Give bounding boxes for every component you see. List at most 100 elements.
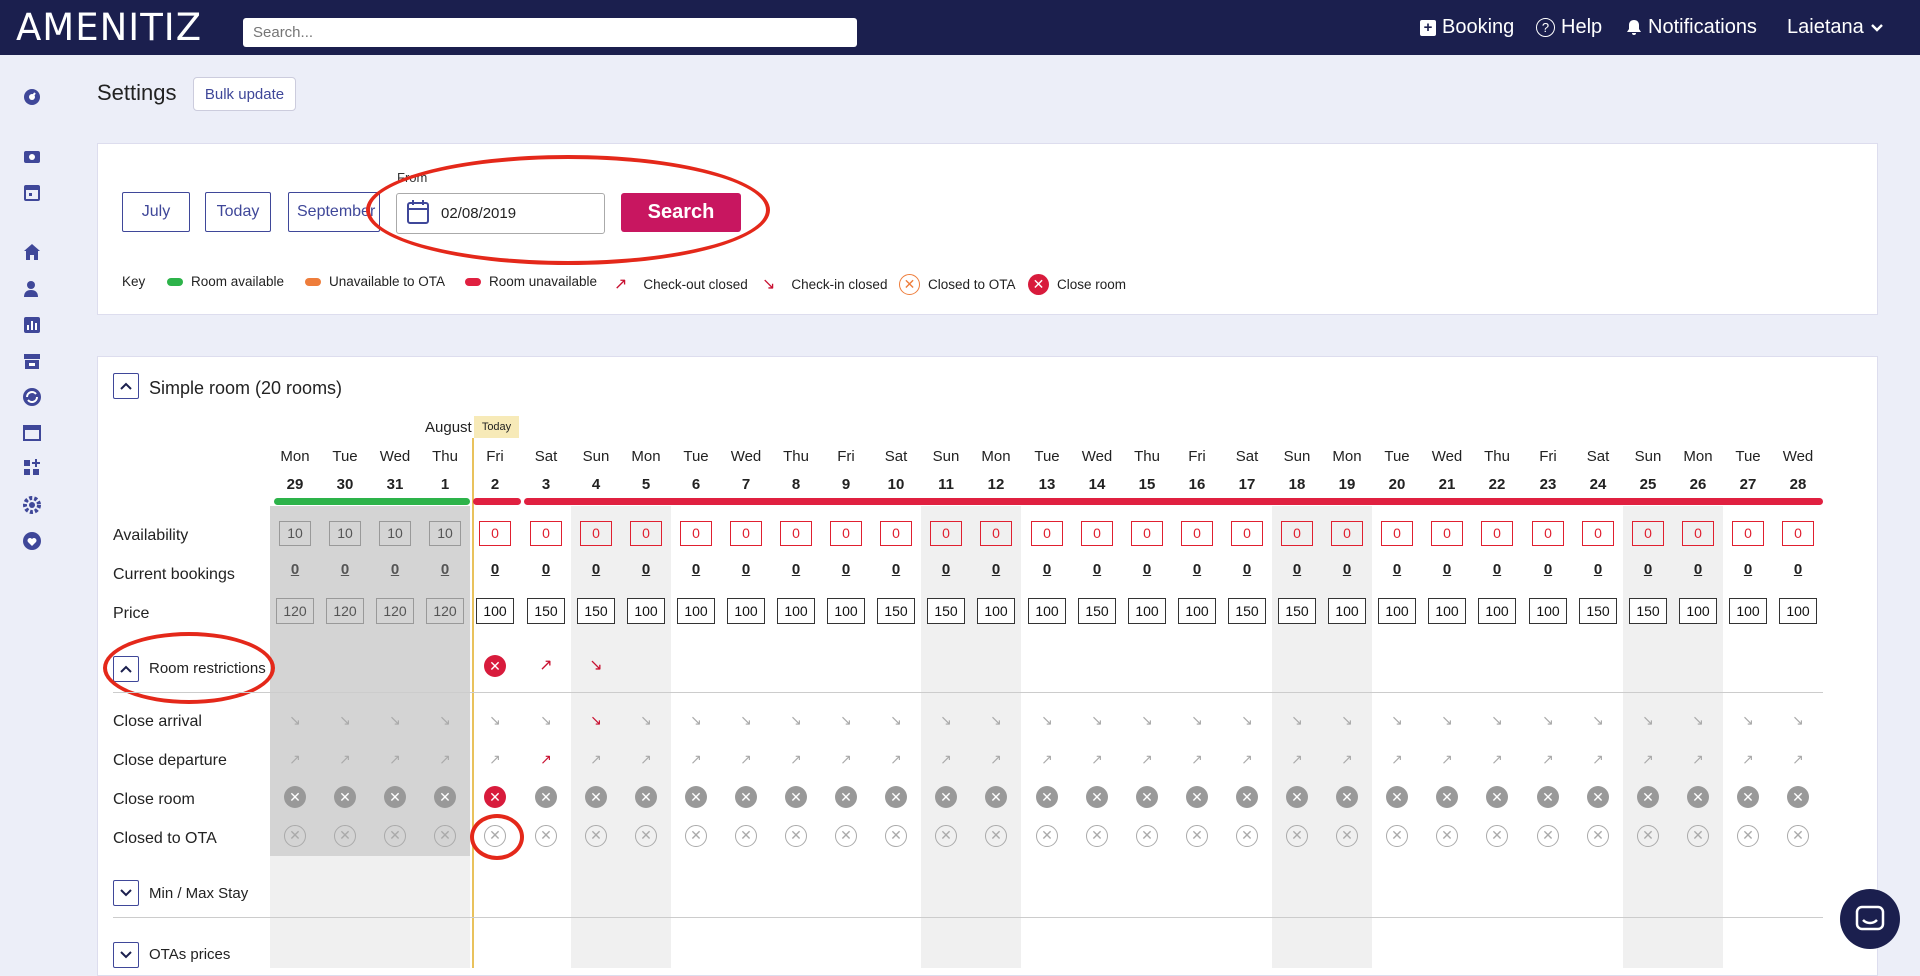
close-departure-toggle[interactable]: ↗ [971, 751, 1021, 768]
closed-to-ota-toggle[interactable]: ✕ [1336, 825, 1358, 847]
close-departure-toggle[interactable]: ↗ [1372, 751, 1422, 768]
price-input[interactable]: 100 [1679, 598, 1717, 624]
bookings-link[interactable]: 0 [1072, 561, 1122, 578]
availability-input[interactable]: 0 [930, 521, 962, 546]
close-room-toggle[interactable]: ✕ [1637, 786, 1659, 808]
availability-input[interactable]: 0 [1532, 521, 1564, 546]
close-room-toggle[interactable]: ✕ [1186, 786, 1208, 808]
closed-to-ota-toggle[interactable]: ✕ [1186, 825, 1208, 847]
close-arrival-toggle[interactable]: ↘ [1623, 712, 1673, 729]
closed-to-ota-toggle[interactable]: ✕ [1136, 825, 1158, 847]
price-input[interactable]: 100 [1028, 598, 1066, 624]
close-departure-toggle[interactable]: ↗ [871, 751, 921, 768]
help-button[interactable]: ? Help [1536, 16, 1602, 39]
bookings-link[interactable]: 0 [571, 561, 621, 578]
close-departure-toggle[interactable]: ↗ [1022, 751, 1072, 768]
availability-input[interactable]: 0 [1331, 521, 1363, 546]
bulk-update-button[interactable]: Bulk update [193, 77, 296, 111]
availability-input[interactable]: 0 [1381, 521, 1413, 546]
availability-input[interactable]: 0 [530, 521, 562, 546]
price-input[interactable]: 100 [677, 598, 715, 624]
availability-input[interactable]: 0 [1031, 521, 1063, 546]
closed-to-ota-toggle[interactable]: ✕ [1737, 825, 1759, 847]
close-arrival-toggle[interactable]: ↘ [721, 712, 771, 729]
bookings-link[interactable]: 0 [1272, 561, 1322, 578]
close-arrival-toggle[interactable]: ↘ [1773, 712, 1823, 729]
close-room-toggle[interactable]: ✕ [1537, 786, 1559, 808]
close-arrival-toggle[interactable]: ↘ [821, 712, 871, 729]
close-room-toggle[interactable]: ✕ [835, 786, 857, 808]
close-arrival-toggle[interactable]: ↘ [1523, 712, 1573, 729]
availability-input[interactable]: 0 [830, 521, 862, 546]
close-room-toggle[interactable]: ✕ [1036, 786, 1058, 808]
price-input[interactable]: 100 [476, 598, 514, 624]
availability-input[interactable]: 0 [580, 521, 612, 546]
close-departure-toggle[interactable]: ↗ [1122, 751, 1172, 768]
availability-input[interactable]: 0 [1431, 521, 1463, 546]
bookings-link[interactable]: 0 [521, 561, 571, 578]
close-room-toggle[interactable]: ✕ [885, 786, 907, 808]
close-arrival-toggle[interactable]: ↘ [1372, 712, 1422, 729]
closed-to-ota-toggle[interactable]: ✕ [1587, 825, 1609, 847]
room-collapse-toggle[interactable] [113, 373, 139, 399]
search-input[interactable] [243, 18, 857, 47]
price-input[interactable]: 100 [827, 598, 865, 624]
availability-input[interactable]: 0 [1131, 521, 1163, 546]
price-input[interactable]: 100 [977, 598, 1015, 624]
price-input[interactable]: 100 [1128, 598, 1166, 624]
price-input[interactable]: 150 [877, 598, 915, 624]
close-arrival-toggle[interactable]: ↘ [871, 712, 921, 729]
closed-to-ota-toggle[interactable]: ✕ [1086, 825, 1108, 847]
close-arrival-toggle[interactable]: ↘ [1673, 712, 1723, 729]
dashboard-icon[interactable] [22, 87, 42, 107]
availability-input[interactable]: 0 [730, 521, 762, 546]
close-departure-toggle[interactable]: ↗ [1472, 751, 1522, 768]
bookings-link[interactable]: 0 [1723, 561, 1773, 578]
closed-to-ota-toggle[interactable]: ✕ [685, 825, 707, 847]
close-departure-toggle[interactable]: ↗ [1322, 751, 1372, 768]
close-departure-toggle[interactable]: ↗ [571, 751, 621, 768]
browser-icon[interactable] [22, 423, 42, 443]
availability-input[interactable]: 0 [1732, 521, 1764, 546]
availability-input[interactable]: 0 [680, 521, 712, 546]
close-arrival-toggle[interactable]: ↘ [1272, 712, 1322, 729]
price-input[interactable]: 100 [1378, 598, 1416, 624]
user-menu[interactable]: Laietana [1787, 16, 1884, 39]
close-room-toggle[interactable]: ✕ [1136, 786, 1158, 808]
close-arrival-toggle[interactable]: ↘ [571, 712, 621, 729]
bookings-link[interactable]: 0 [1472, 561, 1522, 578]
availability-input[interactable]: 0 [1481, 521, 1513, 546]
price-input[interactable]: 150 [927, 598, 965, 624]
bookings-link[interactable]: 0 [1422, 561, 1472, 578]
price-input[interactable]: 150 [1228, 598, 1266, 624]
close-room-toggle[interactable]: ✕ [1336, 786, 1358, 808]
closed-to-ota-toggle[interactable]: ✕ [1436, 825, 1458, 847]
price-input[interactable]: 150 [1078, 598, 1116, 624]
close-room-toggle[interactable]: ✕ [1286, 786, 1308, 808]
close-room-toggle[interactable]: ✕ [1086, 786, 1108, 808]
bookings-link[interactable]: 0 [671, 561, 721, 578]
close-room-toggle[interactable]: ✕ [535, 786, 557, 808]
price-input[interactable]: 100 [727, 598, 765, 624]
close-arrival-toggle[interactable]: ↘ [1172, 712, 1222, 729]
close-room-toggle[interactable]: ✕ [985, 786, 1007, 808]
price-input[interactable]: 100 [1178, 598, 1216, 624]
app-logo[interactable]: AMENITIZ [16, 6, 202, 49]
booking-button[interactable]: + Booking [1420, 16, 1514, 39]
availability-input[interactable]: 0 [1582, 521, 1614, 546]
bookings-link[interactable]: 0 [1172, 561, 1222, 578]
close-departure-toggle[interactable]: ↗ [1673, 751, 1723, 768]
sync-icon[interactable] [22, 387, 42, 407]
close-arrival-toggle[interactable]: ↘ [1072, 712, 1122, 729]
bookings-link[interactable]: 0 [871, 561, 921, 578]
closed-to-ota-toggle[interactable]: ✕ [1236, 825, 1258, 847]
close-departure-toggle[interactable]: ↗ [1172, 751, 1222, 768]
availability-input[interactable]: 0 [880, 521, 912, 546]
price-input[interactable]: 100 [1428, 598, 1466, 624]
bookings-link[interactable]: 0 [921, 561, 971, 578]
close-arrival-toggle[interactable]: ↘ [621, 712, 671, 729]
bookings-link[interactable]: 0 [1022, 561, 1072, 578]
closed-to-ota-toggle[interactable]: ✕ [1386, 825, 1408, 847]
close-departure-toggle[interactable]: ↗ [621, 751, 671, 768]
closed-to-ota-toggle[interactable]: ✕ [785, 825, 807, 847]
